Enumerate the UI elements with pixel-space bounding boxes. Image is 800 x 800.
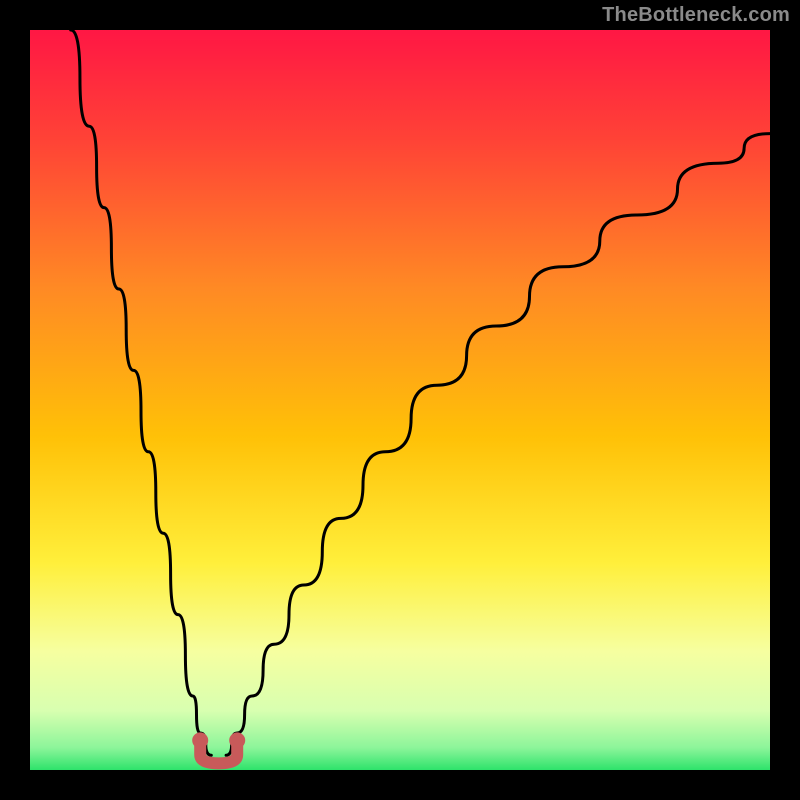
optimal-range-right-dot xyxy=(229,732,245,748)
plot-area xyxy=(30,30,770,770)
attribution-watermark: TheBottleneck.com xyxy=(602,4,790,27)
chart-frame: TheBottleneck.com xyxy=(0,0,800,800)
curve-left xyxy=(71,30,212,755)
optimal-range-left-dot xyxy=(192,732,208,748)
bottleneck-curve xyxy=(30,30,770,770)
curve-right xyxy=(226,134,770,756)
